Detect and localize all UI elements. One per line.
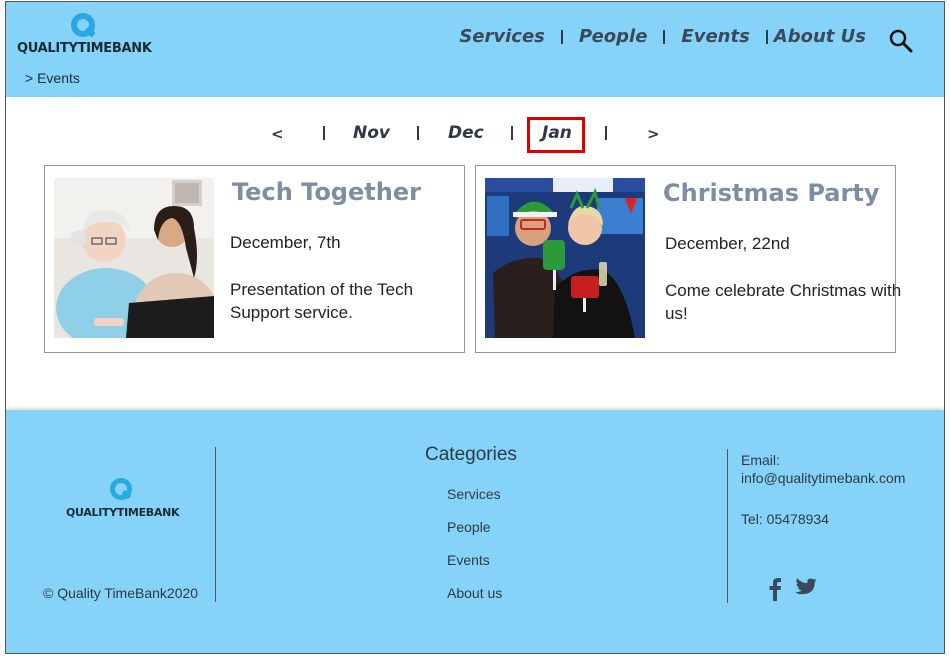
month-divider [323, 126, 325, 140]
facebook-icon[interactable] [768, 577, 782, 601]
event-title: Tech Together [232, 178, 421, 206]
nav-divider [765, 29, 768, 44]
month-jan[interactable]: Jan [542, 123, 572, 143]
month-divider [605, 126, 607, 140]
month-nov[interactable]: Nov [353, 123, 390, 143]
footer-link-services[interactable]: Services [447, 486, 501, 502]
month-dec[interactable]: Dec [448, 123, 484, 143]
event-card[interactable]: Christmas Party December, 22nd Come cele… [475, 165, 901, 353]
header-logo[interactable]: QUALITYTIMEBANK [17, 13, 152, 56]
header: QUALITYTIMEBANK > Events Services People… [6, 2, 944, 97]
nav-services[interactable]: Services [459, 26, 545, 47]
event-photo [485, 178, 645, 338]
footer-link-events[interactable]: Events [447, 552, 490, 568]
footer-link-about-us[interactable]: About us [447, 585, 502, 601]
breadcrumb[interactable]: > Events [25, 70, 80, 86]
nav-events[interactable]: Events [681, 26, 749, 47]
event-title: Christmas Party [663, 179, 880, 207]
next-month-button[interactable]: > [647, 125, 660, 143]
footer-link-people[interactable]: People [447, 519, 491, 535]
footer-divider [215, 447, 216, 602]
event-description: Come celebrate Christmas with us! [665, 281, 902, 323]
event-photo [54, 178, 214, 338]
nav-about-us[interactable]: About Us [774, 26, 866, 47]
month-switcher: < Nov Dec Jan > [6, 117, 944, 153]
month-divider [417, 126, 419, 140]
month-divider [511, 126, 513, 140]
prev-month-button[interactable]: < [271, 125, 284, 143]
q-logo-icon [71, 13, 97, 39]
q-logo-icon [109, 478, 136, 504]
footer-divider [727, 449, 728, 603]
event-date: December, 22nd [665, 234, 790, 253]
copyright: © Quality TimeBank2020 [43, 585, 199, 601]
nav-people[interactable]: People [579, 26, 648, 47]
nav-divider [663, 29, 666, 44]
event-description: Presentation of the Tech Support service… [230, 280, 414, 322]
page-frame: QUALITYTIMEBANK > Events Services People… [5, 1, 945, 654]
search-icon[interactable] [888, 28, 914, 54]
twitter-icon[interactable] [793, 577, 817, 601]
main-nav: Services People Events About Us [459, 26, 866, 47]
email-label: Email: [741, 452, 780, 468]
footer: QUALITYTIMEBANK © Quality TimeBank2020 C… [6, 410, 944, 653]
event-card[interactable]: Tech Together December, 7th Presentation… [44, 165, 465, 353]
nav-divider [560, 29, 563, 44]
email-link[interactable]: info@qualitytimebank.com [741, 469, 905, 487]
logo-text: QUALITYTIMEBANK [66, 506, 180, 519]
event-date: December, 7th [230, 233, 341, 252]
footer-logo[interactable]: QUALITYTIMEBANK [66, 478, 180, 519]
logo-text: QUALITYTIMEBANK [17, 41, 152, 56]
categories-title: Categories [425, 444, 517, 465]
phone-number: Tel: 05478934 [741, 511, 829, 527]
